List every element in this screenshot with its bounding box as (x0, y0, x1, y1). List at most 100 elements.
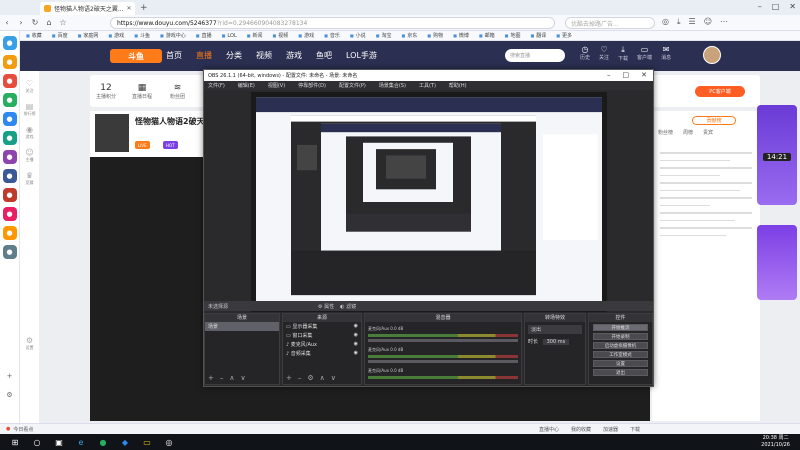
tab-week[interactable]: 周榜 (683, 129, 693, 136)
bookmark-item[interactable]: 斗鱼 (134, 32, 150, 39)
transition-select[interactable]: 淡出 (528, 325, 582, 334)
obs-icon[interactable]: ◎ (162, 437, 176, 448)
home-icon[interactable]: ⌂ (42, 18, 56, 27)
source-item[interactable]: ♪ 麦克风/Aux ◉ (283, 340, 361, 349)
sidebar-app-icon[interactable]: ● (2, 188, 17, 202)
bookmark-item[interactable]: 音乐 (324, 32, 340, 39)
status-item[interactable]: 加速器 (603, 426, 618, 433)
eye-icon[interactable]: ◉ (354, 323, 358, 329)
nav-item[interactable]: 视频 (256, 50, 272, 61)
nav-item[interactable]: 分类 (226, 50, 242, 61)
forward-icon[interactable]: › (14, 18, 28, 27)
bookmark-item[interactable]: LOL (222, 33, 236, 39)
bookmark-item[interactable]: 淘宝 (376, 32, 391, 39)
obs-preview-canvas[interactable] (251, 92, 607, 312)
sidebar-app-icon[interactable]: ● (2, 150, 17, 164)
stat-fans[interactable]: ≋ 粉丝团 (170, 83, 185, 100)
bookmark-item[interactable]: 游戏中心 (160, 32, 186, 39)
nav-item-active[interactable]: 直播 (196, 50, 212, 61)
nav-item[interactable]: 游戏 (286, 50, 302, 61)
rail-item[interactable]: ♡ 关注 (20, 79, 39, 94)
bookmark-item[interactable]: 更多 (556, 32, 572, 39)
close-icon[interactable]: ✕ (641, 71, 647, 79)
site-search-input[interactable]: 搜索直播 (505, 49, 565, 62)
virtual-camera-button[interactable]: 启动虚拟摄像机 (593, 342, 648, 349)
nav-item[interactable]: 鱼吧 (316, 50, 332, 61)
eye-icon[interactable]: ◉ (354, 332, 358, 338)
source-item[interactable]: ▭ 窗口采集 ◉ (283, 331, 361, 340)
rail-item[interactable]: ◉ 游戏 (20, 125, 39, 140)
menu-scene-collection[interactable]: 场景集合(S) (379, 82, 406, 89)
add-icon[interactable]: + (208, 374, 214, 382)
task-view-icon[interactable]: ▣ (52, 437, 66, 448)
status-item[interactable]: 我的收藏 (571, 426, 591, 433)
sidebar-app-icon[interactable]: ● (2, 245, 17, 259)
bookmark-item[interactable]: 直播 (196, 32, 212, 39)
sidebar-app-icon[interactable]: ● (2, 131, 17, 145)
menu-profile[interactable]: 配置文件(P) (339, 82, 366, 89)
menu-view[interactable]: 视图(V) (268, 82, 285, 89)
history-button[interactable]: ◷ 历史 (580, 45, 590, 62)
bookmark-item[interactable]: 微博 (453, 32, 469, 39)
client-button[interactable]: ▭ 客户端 (637, 45, 652, 62)
rank-button[interactable]: 贡献榜 (692, 116, 736, 125)
bookmark-item[interactable]: 小说 (350, 32, 366, 39)
start-streaming-button[interactable]: 开始推流 (593, 324, 648, 331)
bookmark-item[interactable]: 游戏 (108, 32, 124, 39)
menu-edit[interactable]: 编辑(E) (238, 82, 255, 89)
site-logo[interactable]: 斗鱼 (110, 49, 162, 63)
new-tab-icon[interactable]: + (140, 3, 148, 13)
rail-item[interactable]: ♛ 竞猜 (20, 171, 39, 186)
close-tab-icon[interactable]: ✕ (127, 5, 132, 12)
settings-icon[interactable]: ⚙ (2, 388, 17, 402)
sidebar-app-icon[interactable]: ● (2, 74, 17, 88)
address-bar[interactable]: https://www.douyu.com/5246377 ?rid=0.2946… (110, 17, 555, 29)
rail-item[interactable]: ⚙ 设置 (20, 336, 39, 351)
exit-button[interactable]: 退出 (593, 369, 648, 376)
download-icon[interactable]: ⤓ (677, 17, 681, 27)
sidebar-app-icon[interactable]: ● (2, 169, 17, 183)
menu-docks[interactable]: 停靠部件(D) (298, 82, 326, 89)
eye-icon[interactable]: ◉ (354, 341, 358, 347)
source-item[interactable]: ♪ 音频采集 ◉ (283, 349, 361, 358)
reload-icon[interactable]: ↻ (28, 18, 42, 27)
bookmark-item[interactable]: 购物 (427, 32, 443, 39)
gear-icon[interactable]: ⚙ (307, 374, 313, 382)
nav-item[interactable]: LOL手游 (346, 50, 377, 61)
user-icon[interactable]: ☺ (704, 17, 712, 27)
promo-banner[interactable] (757, 225, 797, 300)
stat-points[interactable]: 12 主播积分 (96, 83, 116, 100)
pc-client-button[interactable]: PC客户端 (695, 86, 745, 97)
follow-button[interactable]: ♡ 关注 (599, 45, 609, 62)
stat-schedule[interactable]: ▦ 直播日程 (132, 83, 152, 100)
source-item[interactable]: ▭ 显示器采集 ◉ (283, 322, 361, 331)
more-icon[interactable]: ⋯ (720, 17, 728, 27)
properties-button[interactable]: ⚙ 属性 (318, 303, 334, 310)
bookmark-item[interactable]: 视频 (273, 32, 288, 39)
menu-icon[interactable]: ☰ (689, 17, 696, 27)
bookmark-item[interactable]: 新闻 (247, 32, 262, 39)
rail-item[interactable]: ☺ 主播 (20, 148, 39, 163)
edge-icon[interactable]: e (74, 437, 88, 448)
rail-item[interactable]: ▤ 排行榜 (20, 102, 39, 117)
filters-button[interactable]: ◐ 滤镜 (340, 303, 356, 310)
down-icon[interactable]: ∨ (331, 374, 336, 382)
scene-item[interactable]: 场景 (205, 322, 279, 331)
status-item[interactable]: 下载 (630, 426, 640, 433)
menu-tools[interactable]: 工具(T) (419, 82, 436, 89)
remove-icon[interactable]: – (220, 374, 224, 382)
avatar[interactable] (703, 46, 721, 64)
add-icon[interactable]: + (286, 374, 292, 382)
browser-search-input[interactable]: 优酷去掉路广告... (565, 17, 655, 29)
download-button[interactable]: ⤓ 下载 (618, 45, 628, 62)
extension-icon[interactable]: ◎ (662, 17, 669, 27)
bookmark-item[interactable]: 翻译 (530, 32, 546, 39)
browser-icon[interactable]: ● (96, 437, 110, 448)
duration-input[interactable]: 300 ms (542, 339, 570, 345)
sidebar-app-icon[interactable]: ● (2, 36, 17, 50)
app-icon[interactable]: ◆ (118, 437, 132, 448)
taskbar-clock[interactable]: 20:38 周二 2021/10/26 (761, 435, 790, 449)
minimize-icon[interactable]: – (758, 2, 762, 11)
folder-icon[interactable]: ▭ (140, 437, 154, 448)
status-left[interactable]: 今日看点 (13, 426, 33, 433)
